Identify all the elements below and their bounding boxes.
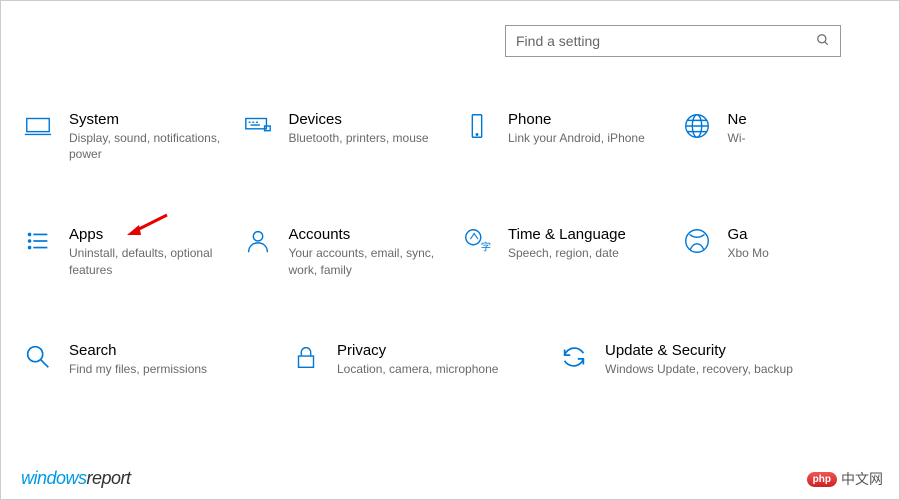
category-phone[interactable]: Phone Link your Android, iPhone: [460, 109, 680, 162]
category-apps[interactable]: Apps Uninstall, defaults, optional featur…: [21, 224, 241, 277]
category-title: Ga: [728, 226, 900, 243]
category-network[interactable]: Ne Wi-: [680, 109, 900, 162]
category-desc: Xbo Mo: [728, 245, 900, 261]
category-desc: Speech, region, date: [508, 245, 680, 261]
category-desc: Find my files, permissions: [69, 361, 289, 377]
category-desc: Uninstall, defaults, optional features: [69, 245, 241, 277]
list-icon: [21, 224, 55, 258]
category-system[interactable]: System Display, sound, notifications, pow…: [21, 109, 241, 162]
category-title: Devices: [289, 111, 461, 128]
watermark-phpcn: php中文网: [807, 469, 883, 489]
settings-grid: System Display, sound, notifications, pow…: [21, 109, 899, 377]
category-desc: Link your Android, iPhone: [508, 130, 680, 146]
category-privacy[interactable]: Privacy Location, camera, microphone: [289, 340, 557, 377]
monitor-icon: [21, 109, 55, 143]
search-box[interactable]: [505, 25, 841, 57]
sync-icon: [557, 340, 591, 374]
category-title: Apps: [69, 226, 241, 243]
globe-icon: [680, 109, 714, 143]
category-title: Search: [69, 342, 289, 359]
category-desc: Bluetooth, printers, mouse: [289, 130, 461, 146]
category-search[interactable]: Search Find my files, permissions: [21, 340, 289, 377]
category-title: Time & Language: [508, 226, 680, 243]
xbox-icon: [680, 224, 714, 258]
category-desc: Location, camera, microphone: [337, 361, 557, 377]
category-desc: Windows Update, recovery, backup: [605, 361, 825, 377]
watermark-windowsreport: windowsreport: [21, 468, 131, 489]
category-title: System: [69, 111, 241, 128]
category-title: Privacy: [337, 342, 557, 359]
search-input[interactable]: [516, 33, 816, 49]
category-title: Ne: [728, 111, 900, 128]
keyboard-icon: [241, 109, 275, 143]
search-icon: [816, 33, 830, 50]
category-desc: Your accounts, email, sync, work, family: [289, 245, 461, 277]
category-accounts[interactable]: Accounts Your accounts, email, sync, work…: [241, 224, 461, 277]
category-gaming[interactable]: Ga Xbo Mo: [680, 224, 900, 277]
language-icon: 字: [460, 224, 494, 258]
category-update-security[interactable]: Update & Security Windows Update, recover…: [557, 340, 825, 377]
phone-icon: [460, 109, 494, 143]
category-time-language[interactable]: 字 Time & Language Speech, region, date: [460, 224, 680, 277]
category-title: Phone: [508, 111, 680, 128]
svg-text:字: 字: [481, 241, 491, 254]
category-devices[interactable]: Devices Bluetooth, printers, mouse: [241, 109, 461, 162]
lock-icon: [289, 340, 323, 374]
person-icon: [241, 224, 275, 258]
category-desc: Display, sound, notifications, power: [69, 130, 241, 162]
category-title: Accounts: [289, 226, 461, 243]
category-title: Update & Security: [605, 342, 825, 359]
category-desc: Wi-: [728, 130, 900, 146]
search-icon: [21, 340, 55, 374]
